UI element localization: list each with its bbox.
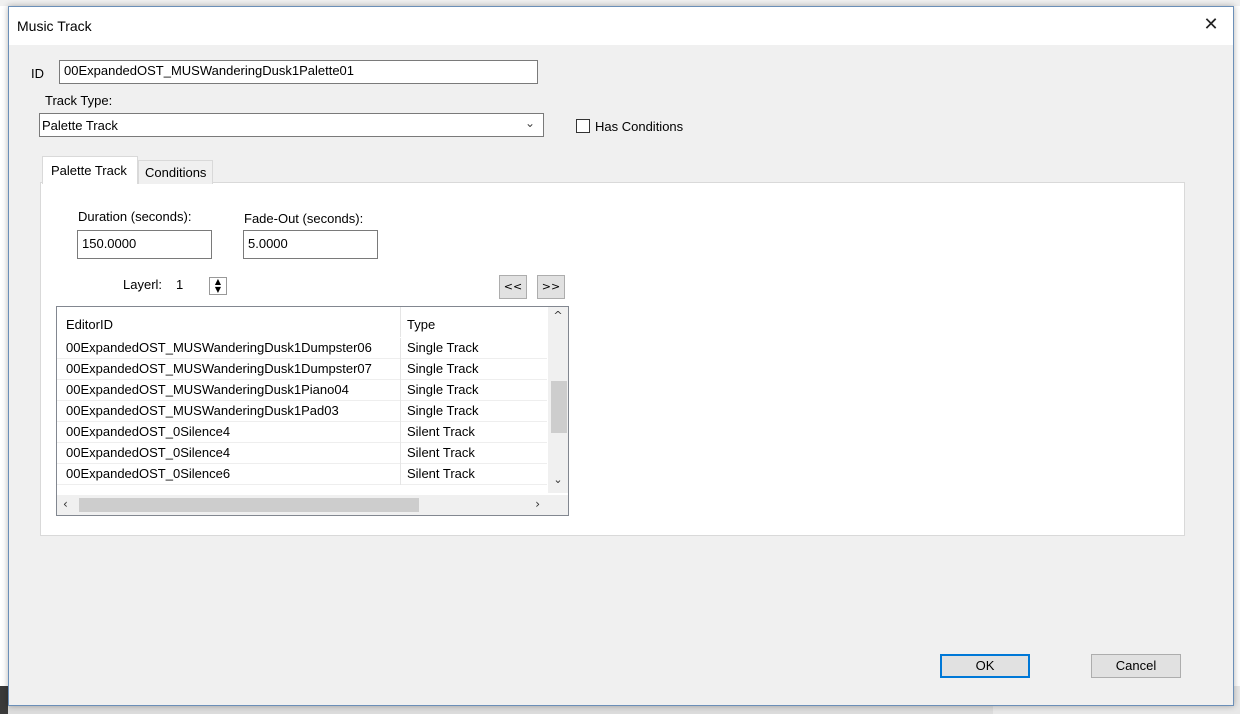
has-conditions-label[interactable]: Has Conditions <box>595 119 683 134</box>
title-bar: Music Track ✕ <box>9 7 1233 45</box>
duration-field[interactable]: 150.0000 <box>77 230 212 259</box>
row-type: Single Track <box>407 340 479 355</box>
header-separator <box>400 307 401 337</box>
row-separator <box>400 401 401 422</box>
track-type-dropdown[interactable]: Palette Track ⌄ <box>39 113 544 137</box>
background-left-edge <box>0 6 8 706</box>
close-button[interactable]: ✕ <box>1189 7 1233 43</box>
column-header-type[interactable]: Type <box>407 317 435 332</box>
row-editor-id: 00ExpandedOST_MUSWanderingDusk1Dumpster0… <box>66 340 372 355</box>
row-separator <box>400 422 401 443</box>
fadeout-label: Fade-Out (seconds): <box>244 211 364 226</box>
track-list[interactable]: EditorID Type 00ExpandedOST_MUSWandering… <box>56 306 569 516</box>
has-conditions-checkbox[interactable] <box>576 119 590 133</box>
scroll-down-icon[interactable]: ⌄ <box>548 473 568 486</box>
row-editor-id: 00ExpandedOST_MUSWanderingDusk1Dumpster0… <box>66 361 372 376</box>
row-type: Single Track <box>407 382 479 397</box>
duration-label: Duration (seconds): <box>78 209 192 224</box>
table-row[interactable]: 00ExpandedOST_0Silence6 Silent Track <box>57 464 547 485</box>
column-header-editorid[interactable]: EditorID <box>66 317 113 332</box>
layer-label: Layerl: <box>123 277 163 292</box>
chevron-down-icon: ⌄ <box>524 116 535 130</box>
tab-conditions[interactable]: Conditions <box>138 160 213 184</box>
horizontal-scroll-thumb[interactable] <box>79 498 419 512</box>
next-layer-button[interactable]: >> <box>537 275 565 299</box>
row-separator <box>400 359 401 380</box>
scroll-right-icon[interactable]: › <box>535 497 540 511</box>
scroll-up-icon[interactable]: ^ <box>548 309 568 322</box>
id-field[interactable]: 00ExpandedOST_MUSWanderingDusk1Palette01 <box>59 60 538 84</box>
cancel-button[interactable]: Cancel <box>1091 654 1181 678</box>
table-row[interactable]: 00ExpandedOST_MUSWanderingDusk1Piano04 S… <box>57 380 547 401</box>
horizontal-scrollbar[interactable]: ‹ › <box>57 495 548 515</box>
ok-button[interactable]: OK <box>940 654 1030 678</box>
spin-down-icon: ▼ <box>214 285 222 294</box>
row-type: Silent Track <box>407 424 475 439</box>
row-type: Silent Track <box>407 466 475 481</box>
row-editor-id: 00ExpandedOST_0Silence4 <box>66 424 231 439</box>
track-type-value: Palette Track <box>42 118 118 133</box>
table-row[interactable]: 00ExpandedOST_MUSWanderingDusk1Pad03 Sin… <box>57 401 547 422</box>
row-type: Single Track <box>407 403 479 418</box>
dialog-title: Music Track <box>17 18 92 34</box>
vertical-scroll-thumb[interactable] <box>551 381 567 433</box>
table-row[interactable]: 00ExpandedOST_MUSWanderingDusk1Dumpster0… <box>57 359 547 380</box>
table-row[interactable]: 00ExpandedOST_MUSWanderingDusk1Dumpster0… <box>57 338 547 359</box>
track-type-label: Track Type: <box>45 93 113 108</box>
fadeout-field[interactable]: 5.0000 <box>243 230 378 259</box>
row-separator <box>400 443 401 464</box>
row-type: Single Track <box>407 361 479 376</box>
id-label: ID <box>31 66 44 81</box>
scrollbar-corner <box>548 495 568 515</box>
row-editor-id: 00ExpandedOST_MUSWanderingDusk1Pad03 <box>66 403 339 418</box>
layer-stepper[interactable]: ▲ ▼ <box>209 277 227 295</box>
layer-value[interactable]: 1 <box>176 277 183 292</box>
music-track-dialog: Music Track ✕ ID 00ExpandedOST_MUSWander… <box>8 6 1234 706</box>
list-header: EditorID Type <box>57 307 547 337</box>
tab-palette-track[interactable]: Palette Track <box>42 156 138 184</box>
row-editor-id: 00ExpandedOST_0Silence6 <box>66 466 231 481</box>
background-dark-corner <box>0 686 8 714</box>
scroll-left-icon[interactable]: ‹ <box>63 497 68 511</box>
row-separator <box>400 464 401 485</box>
previous-layer-button[interactable]: << <box>499 275 527 299</box>
row-separator <box>400 380 401 401</box>
table-row[interactable]: 00ExpandedOST_0Silence4 Silent Track <box>57 422 547 443</box>
row-separator <box>400 338 401 359</box>
table-row[interactable]: 00ExpandedOST_0Silence4 Silent Track <box>57 443 547 464</box>
vertical-scrollbar[interactable]: ^ ⌄ <box>548 307 568 493</box>
row-editor-id: 00ExpandedOST_0Silence4 <box>66 445 231 460</box>
close-icon: ✕ <box>1203 14 1219 35</box>
row-type: Silent Track <box>407 445 475 460</box>
row-editor-id: 00ExpandedOST_MUSWanderingDusk1Piano04 <box>66 382 349 397</box>
